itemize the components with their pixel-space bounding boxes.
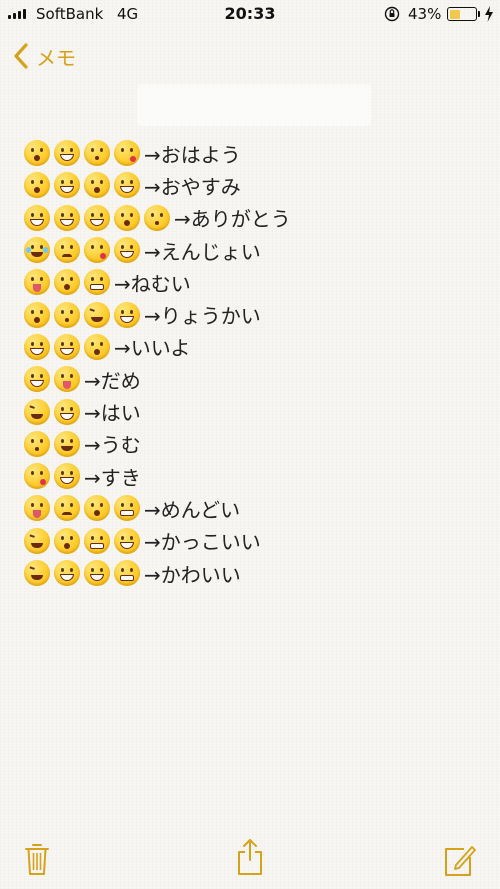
emoji-kissheart-icon (24, 463, 50, 490)
battery-percentage: 43% (408, 5, 442, 23)
battery-level-fill (449, 9, 461, 19)
emoji-grin-icon (114, 172, 140, 199)
emoji-tongue-icon (54, 366, 80, 393)
note-line-text: →うむ (84, 433, 141, 458)
note-line-text: →すき (84, 465, 141, 490)
note-body[interactable]: →おはよう →おやすみ →ありがとう →えんじょい →ねむい →りょうかい →いいよ →だめ →… (24, 137, 484, 589)
battery-icon (447, 7, 477, 21)
emoji-o-icon (54, 269, 80, 296)
emoji-o-icon (84, 333, 110, 360)
emoji-grin-icon (84, 204, 110, 231)
battery-nub (478, 11, 480, 17)
note-line[interactable]: →だめ (24, 363, 484, 395)
note-line[interactable]: →ありがとう (24, 202, 484, 234)
emoji-tongue-icon (24, 495, 50, 522)
note-line-text: →ねむい (114, 271, 191, 296)
emoji-sad-icon (54, 495, 80, 522)
charging-bolt-icon (485, 6, 493, 22)
emoji-xd-icon (24, 527, 50, 554)
emoji-o-icon (24, 172, 50, 199)
emoji-xd-icon (24, 560, 50, 586)
chevron-left-icon (14, 43, 28, 69)
emoji-o-icon (84, 172, 110, 199)
emoji-grin-icon (24, 366, 50, 393)
note-line[interactable]: →えんじょい (24, 234, 484, 266)
emoji-grim-icon (84, 269, 110, 296)
note-line-text: →めんどい (144, 497, 241, 522)
emoji-grin-icon (54, 333, 80, 360)
note-line-text: →だめ (84, 368, 141, 393)
emoji-grin-icon (24, 204, 50, 231)
emoji-o-icon (114, 204, 140, 231)
emoji-grin-icon (114, 237, 140, 264)
note-line[interactable]: →おはよう (24, 137, 484, 169)
emoji-grin-icon (54, 204, 80, 231)
emoji-kiss-icon (84, 140, 110, 167)
note-line-text: →かっこいい (144, 530, 261, 555)
emoji-grin-icon (54, 398, 80, 425)
note-line-text: →おやすみ (144, 174, 241, 199)
emoji-grin-icon (54, 140, 80, 167)
note-line[interactable]: →かっこいい (24, 525, 484, 557)
emoji-grin-icon (114, 527, 140, 554)
emoji-grim-icon (114, 495, 140, 522)
note-line[interactable]: →すき (24, 460, 484, 492)
note-line-text: →かわいい (144, 562, 241, 587)
compose-icon[interactable] (444, 843, 476, 877)
emoji-xd-icon (24, 398, 50, 425)
note-line[interactable]: →おやすみ (24, 169, 484, 201)
back-to-notes-button[interactable]: メモ (12, 40, 76, 72)
note-line-text: →いいよ (114, 336, 191, 361)
emoji-grin-icon (24, 333, 50, 360)
emoji-steam-icon (54, 430, 80, 457)
status-bar: SoftBank 4G 20:33 43% (0, 0, 500, 28)
note-line-text: →えんじょい (144, 239, 261, 264)
note-line[interactable]: →ねむい (24, 266, 484, 298)
note-line[interactable]: →はい (24, 395, 484, 427)
note-line-text: →はい (84, 401, 141, 426)
note-line[interactable]: →かわいい (24, 557, 484, 589)
emoji-grim-icon (84, 527, 110, 554)
emoji-kissheart-icon (84, 237, 110, 264)
emoji-grin-icon (114, 301, 140, 328)
note-line[interactable]: →めんどい (24, 492, 484, 524)
emoji-o-icon (84, 495, 110, 522)
emoji-grin-icon (54, 172, 80, 199)
emoji-o-icon (24, 301, 50, 328)
note-line[interactable]: →いいよ (24, 331, 484, 363)
emoji-kiss-icon (144, 204, 170, 231)
emoji-o-icon (54, 527, 80, 554)
header-placeholder (137, 84, 371, 126)
emoji-tongue-icon (24, 269, 50, 296)
trash-icon[interactable] (24, 842, 50, 876)
emoji-grin-icon (54, 560, 80, 586)
emoji-grin-icon (54, 463, 80, 490)
note-line-text: →おはよう (144, 142, 241, 167)
note-line-text: →りょうかい (144, 304, 261, 329)
emoji-kiss-icon (24, 430, 50, 457)
emoji-grim-icon (114, 560, 140, 586)
emoji-sad-icon (54, 237, 80, 264)
share-icon[interactable] (236, 838, 264, 876)
emoji-xd-icon (84, 301, 110, 328)
emoji-kissheart-icon (114, 140, 140, 167)
back-button-label: メモ (36, 45, 76, 70)
note-line[interactable]: →うむ (24, 428, 484, 460)
emoji-cry-icon (24, 237, 50, 264)
note-line[interactable]: →りょうかい (24, 298, 484, 330)
emoji-kiss-icon (54, 301, 80, 328)
orientation-lock-icon (384, 6, 400, 22)
emoji-o-icon (24, 140, 50, 167)
note-line-text: →ありがとう (174, 207, 291, 232)
emoji-grin-icon (84, 560, 110, 586)
